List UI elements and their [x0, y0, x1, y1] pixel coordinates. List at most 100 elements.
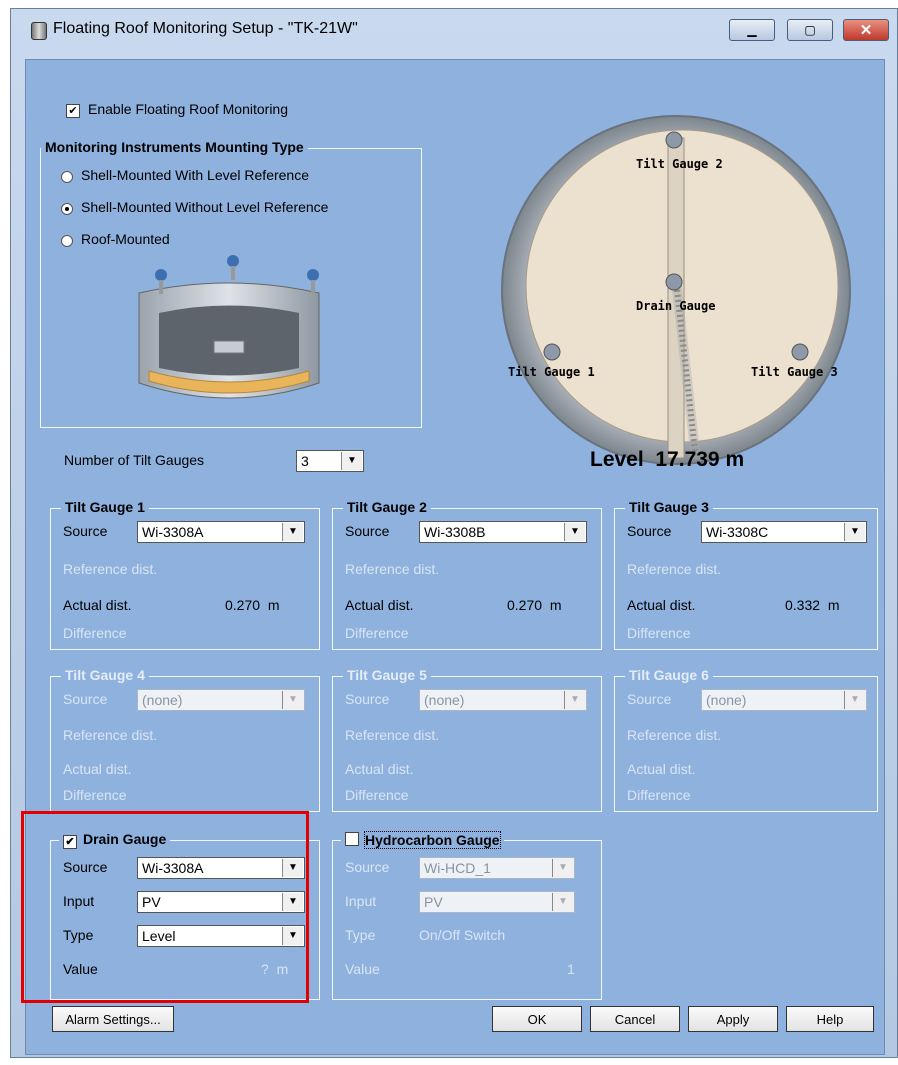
- enable-monitoring-checkbox[interactable]: ✔: [66, 104, 80, 118]
- tank-icon: [31, 22, 47, 40]
- tilt-gauge-2-ref-label: Reference dist.: [345, 561, 440, 577]
- tilt-gauge-5-title: Tilt Gauge 5: [343, 667, 431, 683]
- tilt-gauge-5-group: Tilt Gauge 5 Source (none) ▼ Reference di…: [332, 667, 602, 812]
- tilt-gauge-4-title: Tilt Gauge 4: [61, 667, 149, 683]
- tilt-gauge-5-diff-label: Difference: [345, 787, 409, 803]
- tilt-gauge-3-title: Tilt Gauge 3: [625, 499, 713, 515]
- hydro-input-label: Input: [345, 893, 377, 909]
- num-tilt-gauges-label: Number of Tilt Gauges: [64, 452, 205, 468]
- tilt-gauge-6-group: Tilt Gauge 6 Source (none) ▼ Reference di…: [614, 667, 878, 812]
- hydro-source-select[interactable]: Wi-HCD_1 ▼: [419, 857, 575, 879]
- hydro-source-value: Wi-HCD_1: [424, 860, 491, 876]
- mounting-type-title: Monitoring Instruments Mounting Type: [41, 139, 308, 155]
- tilt-gauge-5-source-value: (none): [424, 692, 465, 708]
- num-tilt-gauges-value: 3: [301, 453, 309, 469]
- radio-roof-mounted[interactable]: [61, 235, 73, 247]
- radio-shell-with-ref[interactable]: [61, 171, 73, 183]
- tilt-gauge-4-ref-label: Reference dist.: [63, 727, 158, 743]
- num-tilt-gauges-select[interactable]: 3 ▼: [296, 450, 364, 472]
- hydrocarbon-gauge-group: Hydrocarbon Gauge Source Wi-HCD_1 ▼ Input…: [332, 831, 602, 1000]
- chevron-down-icon: ▼: [552, 859, 573, 877]
- tilt-gauge-2-source-select[interactable]: Wi-3308B ▼: [419, 521, 587, 543]
- minimize-button[interactable]: ▁: [729, 19, 775, 41]
- tilt-gauge-3-source-select[interactable]: Wi-3308C ▼: [701, 521, 867, 543]
- tilt-gauge-2-actual-label: Actual dist.: [345, 597, 414, 613]
- tilt-gauge-2-title: Tilt Gauge 2: [343, 499, 431, 515]
- hydro-type-value: On/Off Switch: [419, 927, 506, 943]
- tilt-gauge-3-actual-value: 0.332 m: [785, 597, 840, 613]
- alarm-settings-button[interactable]: Alarm Settings...: [52, 1006, 174, 1032]
- tilt-gauge-1-source-label: Source: [63, 523, 108, 539]
- tank-top-view-diagram: Tilt Gauge 2 Drain Gauge Tilt Gauge 1 Ti…: [501, 115, 851, 465]
- ok-button[interactable]: OK: [492, 1006, 582, 1032]
- tilt-gauge-5-source-select[interactable]: (none) ▼: [419, 689, 587, 711]
- close-icon: ✕: [859, 22, 873, 39]
- hydrocarbon-gauge-title: Hydrocarbon Gauge: [364, 831, 501, 849]
- hydrocarbon-gauge-header: Hydrocarbon Gauge: [341, 831, 504, 849]
- tilt-gauge-3-actual-label: Actual dist.: [627, 597, 696, 613]
- tilt-gauge-4-diff-label: Difference: [63, 787, 127, 803]
- tilt-gauge-3-source-value: Wi-3308C: [706, 524, 769, 540]
- diagram-label-tilt-gauge-3: Tilt Gauge 3: [751, 365, 838, 379]
- tilt-gauge-3-source-label: Source: [627, 523, 672, 539]
- minimize-icon: ▁: [747, 23, 757, 37]
- tilt-gauge-6-source-select[interactable]: (none) ▼: [701, 689, 867, 711]
- tank-cutaway-illustration: [138, 255, 320, 399]
- tilt-gauge-1-diff-label: Difference: [63, 625, 127, 641]
- radio-roof-mounted-label: Roof-Mounted: [81, 231, 170, 247]
- hydrocarbon-gauge-checkbox[interactable]: [345, 832, 359, 846]
- enable-monitoring-label: Enable Floating Roof Monitoring: [88, 101, 289, 117]
- tilt-gauge-5-actual-label: Actual dist.: [345, 761, 414, 777]
- tilt-gauge-6-actual-label: Actual dist.: [627, 761, 696, 777]
- tilt-gauge-1-actual-value: 0.270 m: [225, 597, 280, 613]
- tilt-gauge-6-title: Tilt Gauge 6: [625, 667, 713, 683]
- hydro-value: 1: [567, 961, 575, 977]
- radio-shell-without-ref[interactable]: [61, 203, 73, 215]
- mounting-type-group: Monitoring Instruments Mounting Type She…: [40, 139, 422, 428]
- tilt-gauge-3-diff-label: Difference: [627, 625, 691, 641]
- tilt-gauge-4-source-label: Source: [63, 691, 108, 707]
- hydro-input-value: PV: [424, 894, 443, 910]
- tilt-gauge-4-source-select[interactable]: (none) ▼: [137, 689, 305, 711]
- diagram-label-tilt-gauge-1: Tilt Gauge 1: [508, 365, 595, 379]
- chevron-down-icon: ▼: [552, 893, 573, 911]
- tilt-gauge-6-source-label: Source: [627, 691, 672, 707]
- title-bar[interactable]: Floating Roof Monitoring Setup - "TK-21W…: [11, 9, 897, 45]
- tilt-gauge-4-actual-label: Actual dist.: [63, 761, 132, 777]
- help-button[interactable]: Help: [786, 1006, 874, 1032]
- tilt-gauge-2-group: Tilt Gauge 2 Source Wi-3308B ▼ Reference …: [332, 499, 602, 650]
- diagram-label-drain-gauge: Drain Gauge: [636, 299, 715, 313]
- radio-shell-without-ref-label: Shell-Mounted Without Level Reference: [81, 199, 329, 215]
- tilt-gauge-6-diff-label: Difference: [627, 787, 691, 803]
- chevron-down-icon: ▼: [564, 523, 585, 541]
- tilt-gauge-1-title: Tilt Gauge 1: [61, 499, 149, 515]
- hydro-source-label: Source: [345, 859, 390, 875]
- hydro-type-label: Type: [345, 927, 376, 943]
- level-value: 17.739 m: [655, 448, 745, 471]
- tilt-gauge-1-actual-label: Actual dist.: [63, 597, 132, 613]
- tilt-gauge-1-group: Tilt Gauge 1 Source Wi-3308A ▼ Reference …: [50, 499, 320, 650]
- tilt-gauge-6-ref-label: Reference dist.: [627, 727, 722, 743]
- window-title: Floating Roof Monitoring Setup - "TK-21W…: [53, 20, 358, 37]
- chevron-down-icon: ▼: [844, 691, 865, 709]
- maximize-icon: ▢: [804, 23, 816, 37]
- tilt-gauge-3-ref-label: Reference dist.: [627, 561, 722, 577]
- tilt-gauge-6-source-value: (none): [706, 692, 747, 708]
- cancel-button[interactable]: Cancel: [590, 1006, 680, 1032]
- tilt-gauge-3-group: Tilt Gauge 3 Source Wi-3308C ▼ Reference …: [614, 499, 878, 650]
- tilt-gauge-1-source-value: Wi-3308A: [142, 524, 204, 540]
- tilt-gauge-1-source-select[interactable]: Wi-3308A ▼: [137, 521, 305, 543]
- tilt-gauge-2-source-label: Source: [345, 523, 390, 539]
- tilt-gauge-2-diff-label: Difference: [345, 625, 409, 641]
- tilt-gauge-2-source-value: Wi-3308B: [424, 524, 486, 540]
- diagram-label-tilt-gauge-2: Tilt Gauge 2: [636, 157, 723, 171]
- level-label: Level: [590, 448, 644, 471]
- chevron-down-icon: ▼: [282, 691, 303, 709]
- tilt-gauge-2-actual-value: 0.270 m: [507, 597, 562, 613]
- apply-button[interactable]: Apply: [688, 1006, 778, 1032]
- hydro-input-select[interactable]: PV ▼: [419, 891, 575, 913]
- tilt-gauge-5-source-label: Source: [345, 691, 390, 707]
- tilt-gauge-4-group: Tilt Gauge 4 Source (none) ▼ Reference di…: [50, 667, 320, 812]
- close-button[interactable]: ✕: [843, 19, 889, 41]
- maximize-button[interactable]: ▢: [787, 19, 833, 41]
